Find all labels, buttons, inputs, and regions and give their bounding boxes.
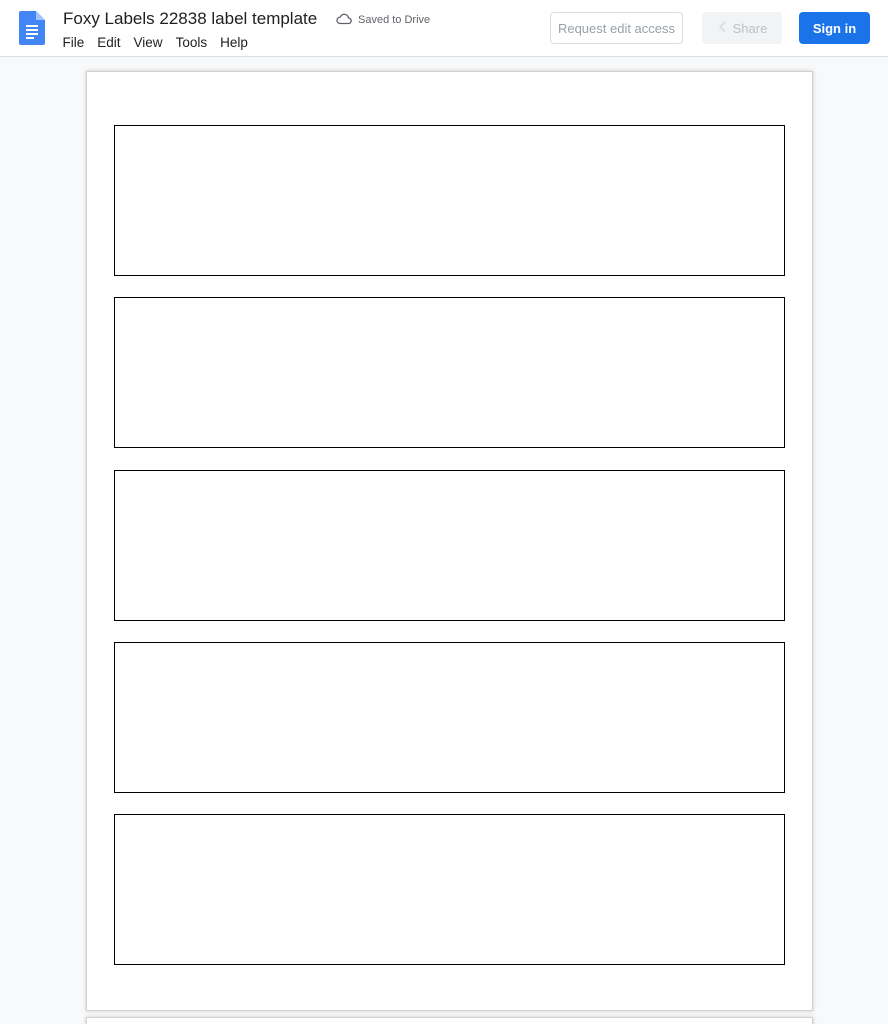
menu-bar: File Edit View Tools Help [56,33,254,53]
share-button-label: Share [732,20,768,36]
top-bar: Foxy Labels 22838 label template Saved t… [0,0,888,57]
label-cell[interactable] [114,470,785,621]
sign-in-button[interactable]: Sign in [799,12,870,44]
menu-help[interactable]: Help [214,33,255,53]
request-edit-access-button[interactable]: Request edit access [550,12,683,44]
document-page [87,72,812,1010]
document-title[interactable]: Foxy Labels 22838 label template [63,9,317,29]
next-document-page [87,1018,812,1024]
menu-tools[interactable]: Tools [169,33,214,53]
cloud-saved-icon [336,13,352,28]
save-status-label: Saved to Drive [358,14,431,26]
google-docs-icon[interactable] [19,11,45,45]
menu-edit[interactable]: Edit [91,33,127,53]
label-cell[interactable] [114,642,785,793]
label-cell[interactable] [114,297,785,448]
menu-file[interactable]: File [56,33,91,53]
menu-view[interactable]: View [127,33,169,53]
label-cell[interactable] [114,125,785,276]
share-button[interactable]: Share [702,12,782,44]
share-icon [717,20,727,36]
label-cell[interactable] [114,814,785,965]
save-status[interactable]: Saved to Drive [336,12,430,28]
